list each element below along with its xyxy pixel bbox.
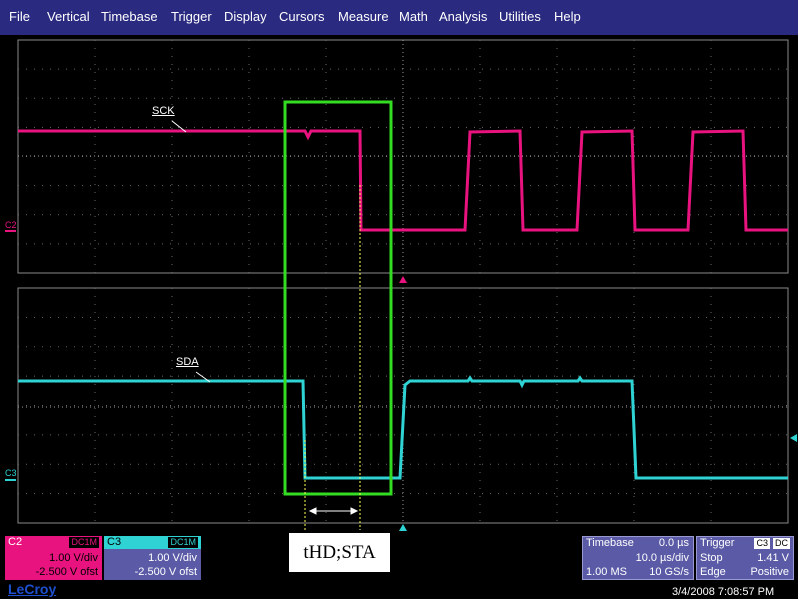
menu-math[interactable]: Math	[399, 9, 428, 24]
trigger-marker-bottom	[399, 524, 407, 531]
scope-display: SCK SDA C2 C3	[0, 35, 798, 533]
timebase-title: Timebase	[586, 537, 634, 549]
trigger-type: Edge	[700, 566, 726, 578]
trigger-level: 1.41 V	[757, 552, 789, 564]
lecroy-logo: LeCroy	[8, 581, 57, 597]
menu-vertical[interactable]: Vertical	[47, 9, 90, 24]
datetime-stamp: 3/4/2008 7:08:57 PM	[672, 586, 775, 598]
timebase-delay: 0.0 µs	[658, 537, 689, 549]
menu-trigger[interactable]: Trigger	[171, 9, 212, 24]
trigger-slope: Positive	[750, 566, 789, 578]
trigger-title: Trigger	[700, 537, 735, 549]
c3-descriptor-panel[interactable]: C3 DC1M 1.00 V/div -2.500 V ofst	[104, 536, 201, 580]
sda-label: SDA	[176, 356, 199, 368]
menu-file[interactable]: File	[9, 9, 30, 24]
menu-display[interactable]: Display	[224, 9, 267, 24]
c2-offset: -2.500 V ofst	[35, 566, 98, 578]
c2-title: C2	[8, 536, 23, 548]
menu-analysis[interactable]: Analysis	[439, 9, 487, 24]
c3-offset: -2.500 V ofst	[134, 566, 197, 578]
c3-header: C3 DC1M	[104, 536, 201, 549]
trigger-level-marker	[790, 434, 797, 442]
menu-utilities[interactable]: Utilities	[499, 9, 541, 24]
waveform-canvas	[5, 39, 797, 531]
sck-label: SCK	[152, 105, 175, 117]
c2-descriptor-panel[interactable]: C2 DC1M 1.00 V/div -2.500 V ofst	[5, 536, 102, 580]
c3-channel-marker: C3	[5, 468, 17, 478]
timebase-samples: 1.00 MS	[586, 566, 627, 578]
c2-channel-marker: C2	[5, 220, 17, 230]
trigger-marker-top	[399, 276, 407, 283]
c2-coupling-badge: DC1M	[69, 537, 99, 548]
c2-scale: 1.00 V/div	[49, 552, 98, 564]
c3-scale: 1.00 V/div	[148, 552, 197, 564]
menu-timebase[interactable]: Timebase	[101, 9, 158, 24]
timebase-per-div: 10.0 µs/div	[635, 552, 689, 564]
trigger-panel[interactable]: Trigger C3 DC Stop 1.41 V Edge Positive	[696, 536, 794, 580]
menu-measure[interactable]: Measure	[338, 9, 389, 24]
double-arrow-icon	[308, 507, 359, 515]
c2-header: C2 DC1M	[5, 536, 102, 549]
menu-cursors[interactable]: Cursors	[279, 9, 325, 24]
timebase-panel[interactable]: Timebase 0.0 µs 10.0 µs/div 1.00 MS 10 G…	[582, 536, 694, 580]
trigger-mode: Stop	[700, 552, 723, 564]
timebase-rate: 10 GS/s	[649, 566, 689, 578]
measurement-annotation: tHD;STA	[289, 533, 390, 572]
c3-coupling-badge: DC1M	[168, 537, 198, 548]
menu-bar: File Vertical Timebase Trigger Display C…	[0, 0, 798, 35]
menu-help[interactable]: Help	[554, 9, 581, 24]
c3-title: C3	[107, 536, 122, 548]
trigger-coupling-badge: DC	[773, 538, 790, 549]
trigger-source-badge: C3	[754, 538, 770, 549]
